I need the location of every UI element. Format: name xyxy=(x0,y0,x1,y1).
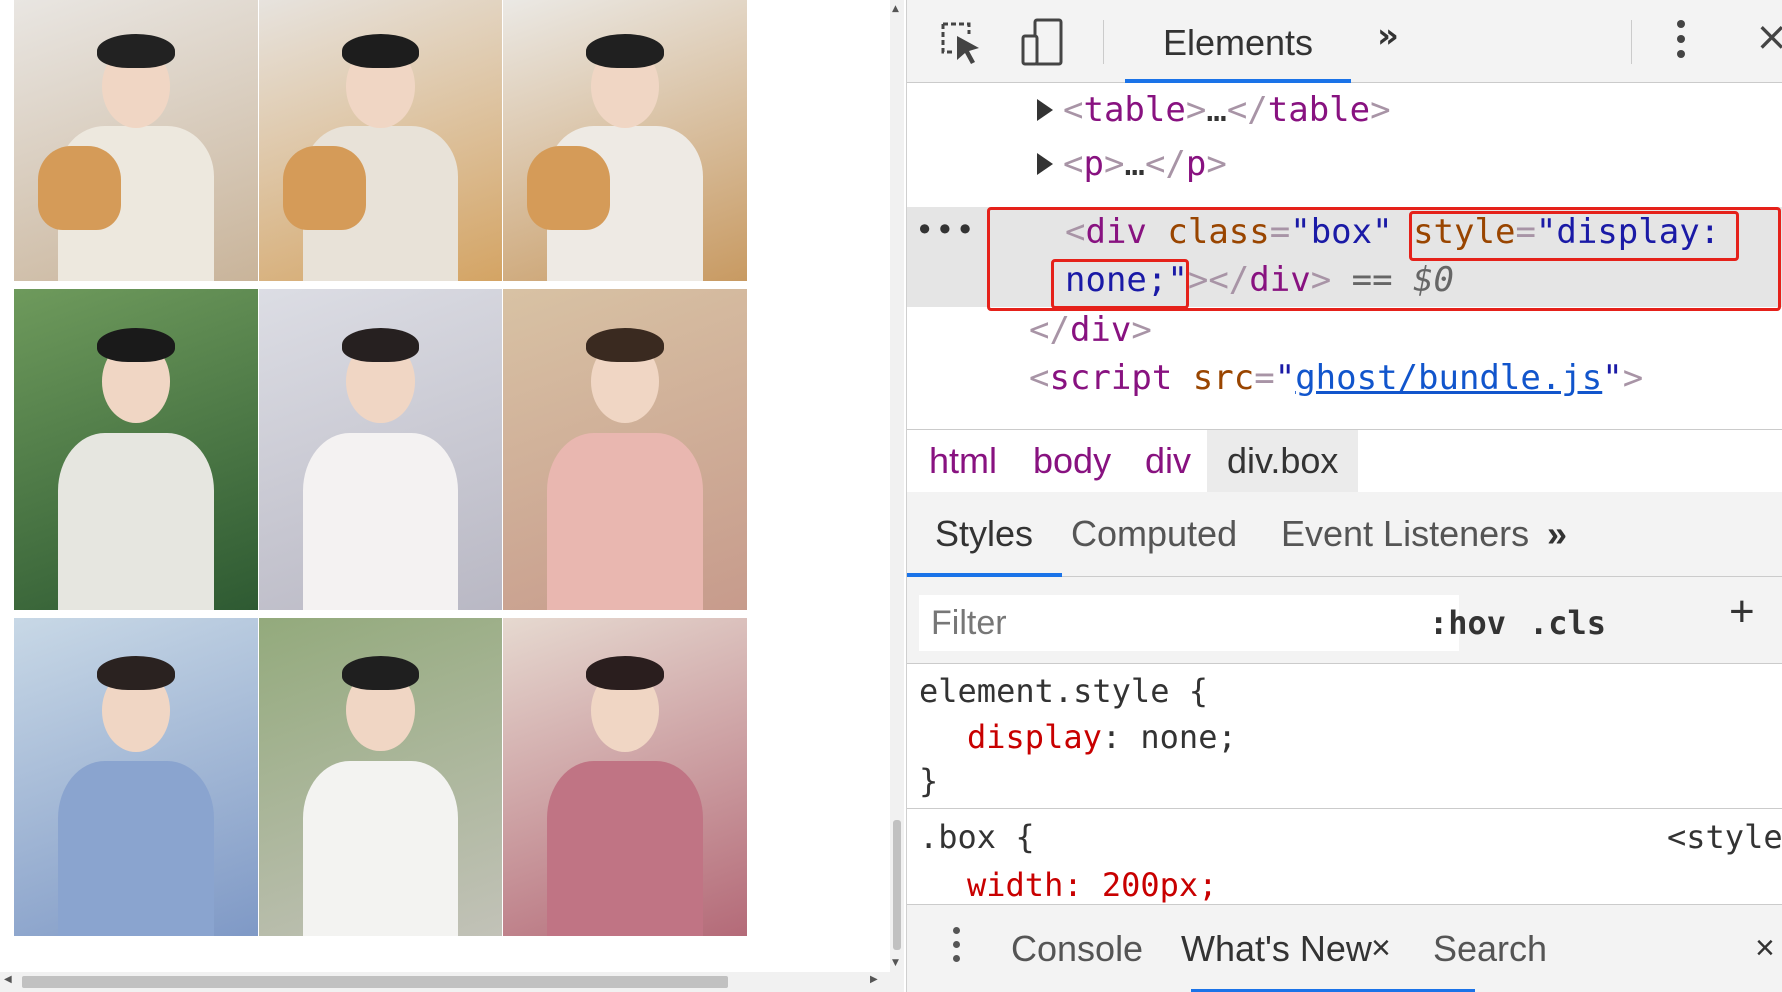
tab-event-listeners[interactable]: Event Listeners xyxy=(1281,492,1529,576)
more-tabs-chevron-icon[interactable]: » xyxy=(1377,16,1399,56)
devtools-panel: Elements » × <table>…</table> <p>…</p> •… xyxy=(906,0,1782,992)
scroll-left-arrow-icon[interactable]: ◀ xyxy=(4,974,12,985)
horizontal-scrollbar[interactable]: ◀ ▶ xyxy=(0,972,890,992)
node-actions-dots-icon[interactable]: ••• xyxy=(915,211,976,249)
element-style-close: } xyxy=(919,762,939,800)
class-toggle-button[interactable]: .cls xyxy=(1529,595,1606,651)
element-style-selector: element.style { xyxy=(919,672,1208,710)
box-rule-selector: .box { xyxy=(919,818,1035,856)
vertical-scrollbar[interactable]: ▲ ▼ xyxy=(890,0,904,992)
scroll-down-arrow-icon[interactable]: ▼ xyxy=(892,958,899,968)
photo-boy-pink-hoodie xyxy=(503,618,747,936)
styles-rules: element.style { display: none; } .box { … xyxy=(907,664,1782,904)
devtools-drawer: Console What's New × Search × xyxy=(907,904,1782,992)
box-rule-source-link[interactable]: <style xyxy=(1667,814,1782,860)
breadcrumb: html body div div.box xyxy=(907,429,1782,493)
photo-boy-with-glasses xyxy=(259,289,502,610)
drawer-tab-search[interactable]: Search xyxy=(1433,905,1547,992)
photo-boy-with-corgi-arm-raised xyxy=(503,0,747,281)
vertical-scroll-thumb[interactable] xyxy=(893,820,901,950)
box-rule-declaration-partial[interactable]: width: 200px; xyxy=(967,862,1217,904)
expand-triangle-icon[interactable] xyxy=(1037,99,1053,121)
drawer-menu-dots-icon[interactable] xyxy=(953,927,961,969)
styles-filter-bar: :hov .cls + xyxy=(907,577,1782,664)
tab-styles[interactable]: Styles xyxy=(935,492,1033,576)
element-style-declaration[interactable]: display: none; xyxy=(967,714,1237,760)
photo-boy-blue-shirt xyxy=(14,618,258,936)
tab-elements[interactable]: Elements xyxy=(1125,0,1351,83)
device-toolbar-icon[interactable] xyxy=(1019,18,1067,66)
breadcrumb-div[interactable]: div xyxy=(1145,430,1191,492)
close-devtools-icon[interactable]: × xyxy=(1755,14,1782,60)
inspect-element-icon[interactable] xyxy=(937,18,985,66)
breadcrumb-div-box[interactable]: div.box xyxy=(1207,430,1359,492)
photo-boy-with-corgi-sitting xyxy=(259,0,502,281)
photo-boy-eyes-closed-choker xyxy=(503,289,747,610)
dom-tree: <table>…</table> <p>…</p> ••• <div class… xyxy=(907,83,1782,429)
tab-computed[interactable]: Computed xyxy=(1071,492,1237,576)
drawer-tab-console[interactable]: Console xyxy=(1011,905,1143,992)
dom-node-div-box-line2[interactable]: none;"></div> == $0 xyxy=(1065,255,1454,305)
dom-node-script[interactable]: <script src="ghost/bundle.js"> xyxy=(1029,353,1643,403)
breadcrumb-body[interactable]: body xyxy=(1033,430,1111,492)
rule-divider xyxy=(907,808,1782,809)
styles-filter-input[interactable] xyxy=(919,595,1459,651)
drawer-tab-whats-new[interactable]: What's New xyxy=(1181,905,1372,992)
dom-node-p[interactable]: <p>…</p> xyxy=(1063,139,1227,189)
close-whats-new-icon[interactable]: × xyxy=(1371,905,1391,991)
tab-elements-label: Elements xyxy=(1162,22,1314,63)
vertical-dots-icon[interactable] xyxy=(1677,20,1691,58)
photo-boy-with-corgi-bed xyxy=(14,0,258,281)
dom-node-div-close[interactable]: </div> xyxy=(1029,305,1152,355)
breadcrumb-html[interactable]: html xyxy=(929,430,997,492)
scroll-up-arrow-icon[interactable]: ▲ xyxy=(892,4,899,14)
new-rule-plus-icon[interactable]: + xyxy=(1729,587,1755,637)
devtools-toolbar: Elements » × xyxy=(907,0,1782,83)
more-panels-chevron-icon[interactable]: » xyxy=(1547,492,1567,576)
scroll-right-arrow-icon[interactable]: ▶ xyxy=(870,974,878,985)
toolbar-divider xyxy=(1631,20,1632,64)
dom-node-div-box-line1[interactable]: <div class="box" style="display: xyxy=(1065,207,1720,257)
page-viewport xyxy=(0,0,890,992)
close-drawer-icon[interactable]: × xyxy=(1755,905,1775,991)
photo-boy-in-leaves xyxy=(14,289,258,610)
hover-state-button[interactable]: :hov xyxy=(1429,595,1506,651)
horizontal-scroll-thumb[interactable] xyxy=(22,976,728,988)
expand-triangle-icon[interactable] xyxy=(1037,153,1053,175)
script-src-link[interactable]: ghost/bundle.js xyxy=(1295,358,1602,398)
dom-node-table[interactable]: <table>…</table> xyxy=(1063,85,1391,135)
styles-tabbar: Styles Computed Event Listeners » xyxy=(907,492,1782,577)
photo-boy-white-tee-garden xyxy=(259,618,502,936)
toolbar-divider xyxy=(1103,20,1104,64)
